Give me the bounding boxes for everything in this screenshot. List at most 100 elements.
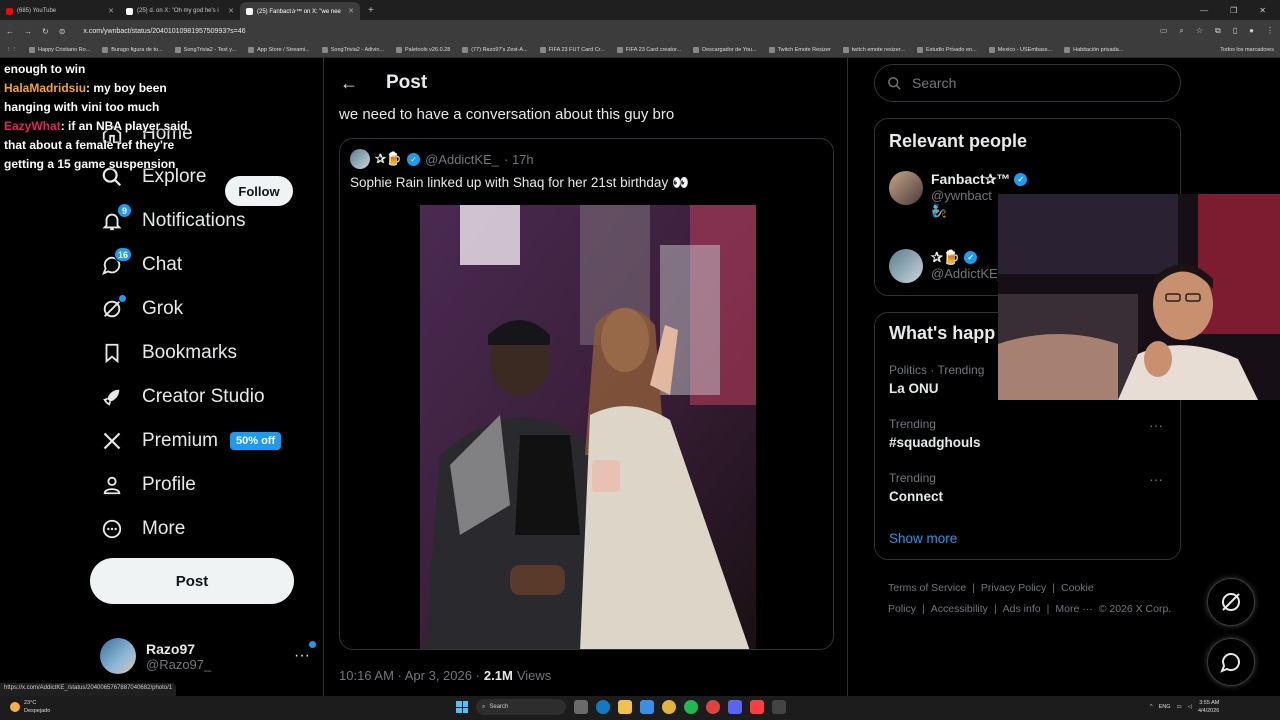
file-explorer-icon[interactable] bbox=[618, 700, 632, 714]
nav-item-premium[interactable]: Premium 50% off bbox=[100, 423, 282, 459]
close-icon[interactable]: ✕ bbox=[228, 7, 234, 15]
bookmark-item[interactable]: FIFA 23 Card creator... bbox=[616, 46, 681, 53]
back-icon[interactable]: ← bbox=[6, 27, 14, 36]
quoted-author-name[interactable]: ✰🍺 bbox=[375, 151, 402, 167]
bookmark-item[interactable]: (77) Razo97's Zest-A... bbox=[462, 46, 528, 53]
browser-tab-youtube[interactable]: (685) YouTube ✕ bbox=[0, 2, 120, 20]
bookmark-favicon-icon bbox=[248, 46, 255, 53]
show-more-link[interactable]: Show more bbox=[889, 531, 957, 546]
close-icon[interactable]: ✕ bbox=[348, 7, 354, 15]
follow-button[interactable]: Follow bbox=[225, 176, 293, 206]
relevant-person[interactable]: ✰🍺 ✓ @AddictKE_ bbox=[889, 249, 1005, 283]
edge-icon[interactable] bbox=[596, 700, 610, 714]
zoom-icon[interactable]: ⌕ bbox=[1179, 26, 1183, 36]
extensions-icon[interactable]: ⧉ bbox=[1215, 26, 1221, 36]
music-icon[interactable] bbox=[750, 700, 764, 714]
star-icon[interactable]: ☆ bbox=[1196, 26, 1203, 36]
taskbar-search[interactable]: ⌕ Search bbox=[476, 699, 566, 715]
bookmark-label: SongTrivia2 - Test y... bbox=[183, 46, 237, 53]
trend-item[interactable]: Trending #squadghouls ··· bbox=[889, 417, 1169, 450]
account-more-icon[interactable]: ··· bbox=[294, 641, 316, 665]
task-view-icon[interactable] bbox=[574, 700, 588, 714]
search-input[interactable]: Search bbox=[874, 64, 1181, 102]
maximize-icon[interactable]: ❐ bbox=[1230, 6, 1237, 15]
footer-link[interactable]: Ads info bbox=[1003, 603, 1041, 615]
footer-link[interactable]: Terms of Service bbox=[888, 582, 966, 594]
footer-link[interactable]: Accessibility bbox=[931, 603, 988, 615]
apps-icon[interactable]: ⋮⋮ bbox=[6, 47, 17, 53]
quoted-post-time[interactable]: · 17h bbox=[504, 152, 534, 167]
bookmark-label: Paletools v26.0.28 bbox=[405, 46, 451, 53]
url-field[interactable]: x.com/ywnbact/status/2040101098195750993… bbox=[83, 28, 245, 35]
bookmark-favicon-icon bbox=[842, 46, 849, 53]
all-bookmarks-folder[interactable]: Todos los marcadores bbox=[1220, 47, 1274, 53]
browser-tab-x-2[interactable]: (25) Fanbact✰™ on X: "we nee ✕ bbox=[240, 2, 360, 20]
new-tab-button[interactable]: + bbox=[368, 5, 374, 16]
bookmark-item[interactable]: App Store / Streami... bbox=[248, 46, 310, 53]
person-handle: @AddictKE_ bbox=[931, 266, 1005, 281]
profile-icon[interactable]: ● bbox=[1249, 26, 1254, 36]
nav-item-chat[interactable]: 16 Chat bbox=[100, 247, 182, 283]
close-icon[interactable]: ✕ bbox=[108, 7, 114, 15]
volume-icon[interactable]: ◁ bbox=[1188, 704, 1192, 710]
bookmark-item[interactable]: Paletools v26.0.28 bbox=[396, 46, 451, 53]
x-page: Home Explore 9 Notifications 16 Chat Gro… bbox=[0, 58, 1280, 696]
weather-widget[interactable]: 23°C Despejado bbox=[10, 699, 50, 715]
bookmark-item[interactable]: Mexico - USEmbass... bbox=[988, 46, 1052, 53]
nav-item-creator-studio[interactable]: Creator Studio bbox=[100, 379, 265, 415]
sidebar-icon[interactable]: ▯ bbox=[1233, 26, 1237, 36]
footer-link[interactable]: Privacy Policy bbox=[981, 582, 1046, 594]
bookmark-item[interactable]: Happy Cristiano Ro... bbox=[29, 46, 90, 53]
close-window-icon[interactable]: ✕ bbox=[1259, 6, 1266, 15]
messages-float-button[interactable] bbox=[1207, 638, 1255, 686]
post-photo[interactable] bbox=[420, 205, 756, 649]
browser-tab-x-1[interactable]: (25) d. on X: "Oh my god he's i ✕ bbox=[120, 2, 240, 20]
back-arrow-icon[interactable]: ← bbox=[340, 73, 358, 94]
footer-link[interactable]: More ··· bbox=[1055, 603, 1092, 615]
bookmark-item[interactable]: Descargador de You... bbox=[693, 46, 757, 53]
trend-more-icon[interactable]: ··· bbox=[1149, 471, 1163, 487]
chrome-icon[interactable] bbox=[662, 700, 676, 714]
network-icon[interactable]: ▭ bbox=[1177, 704, 1182, 710]
clock[interactable]: 3:55 AM 4/4/2026 bbox=[1198, 699, 1219, 715]
quoted-author-handle[interactable]: @AddictKE_ bbox=[425, 152, 499, 167]
avatar[interactable] bbox=[350, 149, 370, 169]
store-icon[interactable] bbox=[640, 700, 654, 714]
bookmark-item[interactable]: SongTrivia2 - Test y... bbox=[174, 46, 237, 53]
cast-icon[interactable]: ▭ bbox=[1160, 26, 1168, 36]
bookmark-item[interactable]: Burago figura de to... bbox=[102, 46, 163, 53]
bookmark-item[interactable]: FIFA 23 FUT Card Cr... bbox=[539, 46, 605, 53]
nav-item-notifications[interactable]: 9 Notifications bbox=[100, 203, 246, 239]
discord-icon[interactable] bbox=[728, 700, 742, 714]
app-icon[interactable] bbox=[706, 700, 720, 714]
chevron-up-icon[interactable]: ^ bbox=[1150, 704, 1153, 710]
bookmark-favicon-icon bbox=[539, 46, 546, 53]
site-info-icon[interactable]: ⊜ bbox=[59, 27, 66, 36]
reload-icon[interactable]: ↻ bbox=[42, 27, 49, 36]
nav-item-grok[interactable]: Grok bbox=[100, 291, 183, 327]
bookmark-item[interactable]: Habitación privada... bbox=[1064, 46, 1123, 53]
windows-start-icon[interactable] bbox=[456, 701, 468, 713]
language-indicator[interactable]: ENG bbox=[1159, 704, 1171, 710]
post-timestamp[interactable]: 10:16 AM · Apr 3, 2026 · bbox=[339, 668, 480, 683]
spotify-icon[interactable] bbox=[684, 700, 698, 714]
minimize-icon[interactable]: — bbox=[1200, 6, 1208, 15]
bookmark-item[interactable]: twitch emote resizer... bbox=[842, 46, 905, 53]
grok-float-button[interactable] bbox=[1207, 578, 1255, 626]
nav-item-more[interactable]: More bbox=[100, 511, 185, 547]
bookmark-item[interactable]: SongTrivia2 - Adivin... bbox=[321, 46, 384, 53]
bookmark-item[interactable]: Estudio Privado en... bbox=[916, 46, 977, 53]
nav-item-bookmarks[interactable]: Bookmarks bbox=[100, 335, 237, 371]
trend-more-icon[interactable]: ··· bbox=[1149, 417, 1163, 433]
post-button[interactable]: Post bbox=[90, 558, 294, 604]
menu-icon[interactable]: ⋮ bbox=[1266, 26, 1274, 36]
trend-item[interactable]: Trending Connect ··· bbox=[889, 471, 1169, 504]
forward-icon[interactable]: → bbox=[24, 27, 32, 36]
post-header: ← Post bbox=[324, 68, 427, 98]
quoted-post[interactable]: ✰🍺 ✓ @AddictKE_ · 17h Sophie Rain linked… bbox=[339, 138, 834, 650]
app-icon[interactable] bbox=[772, 700, 786, 714]
nav-item-profile[interactable]: Profile bbox=[100, 467, 196, 503]
bookmark-item[interactable]: Twitch Emote Resizer bbox=[768, 46, 831, 53]
footer-link[interactable]: © 2026 X Corp. bbox=[1099, 603, 1172, 615]
account-switcher[interactable]: Razo97 @Razo97_ ··· bbox=[100, 638, 316, 674]
